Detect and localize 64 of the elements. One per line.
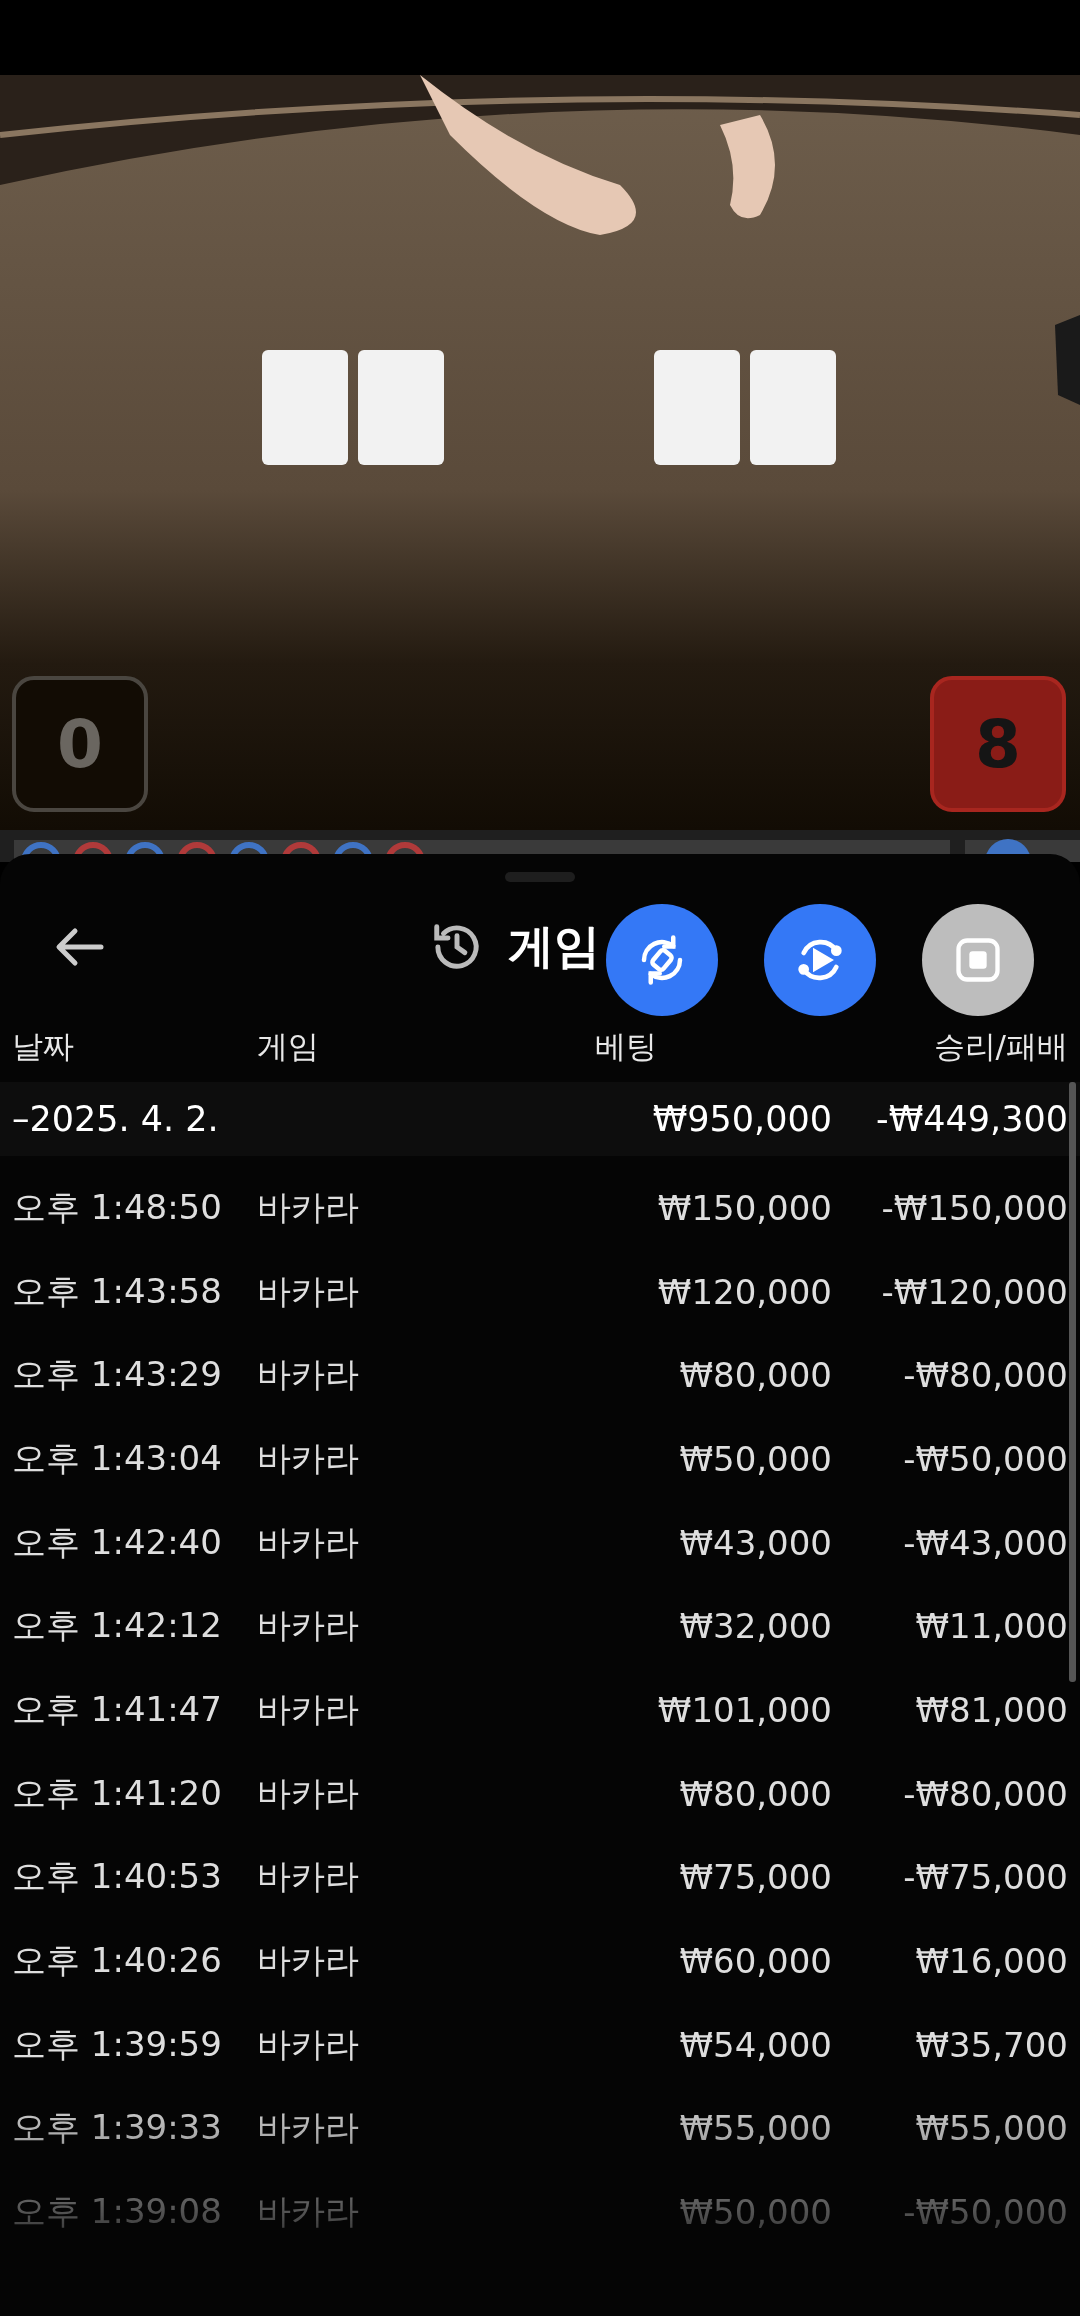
time-cell-text: 오후 1:43:04 [12, 1436, 223, 1480]
column-header[interactable]: 날짜 [12, 1026, 257, 1068]
game-cell-text: 바카라 [257, 2022, 360, 2066]
bet-cell-text: ₩50,000 [678, 2192, 832, 2233]
bet-cell-text: ₩50,000 [678, 1438, 832, 1479]
sheet-handle[interactable] [505, 872, 575, 882]
bet-cell-text: ₩43,000 [678, 1522, 832, 1563]
time-cell-text: 오후 1:41:20 [12, 1771, 223, 1815]
time-cell-text: 오후 1:42:40 [12, 1520, 223, 1564]
result-cell-text: ₩35,700 [914, 2024, 1068, 2065]
time-cell-text: 오후 1:43:58 [12, 1269, 223, 1313]
time-cell-text: 오후 1:42:12 [12, 1604, 223, 1648]
game-cell-text: 바카라 [257, 1855, 360, 1899]
bet-cell-text: ₩120,000 [656, 1271, 832, 1312]
result-cell-text: -₩80,000 [902, 1773, 1068, 1814]
column-header[interactable]: 게임 [257, 1026, 595, 1068]
time-cell-text: 오후 1:41:47 [12, 1687, 223, 1731]
bet-cell-text: ₩80,000 [678, 1355, 832, 1396]
result-cell-text: -₩80,000 [902, 1355, 1068, 1396]
player-score: 0 [12, 676, 148, 812]
game-cell-text: 바카라 [257, 1687, 360, 1731]
result-cell-text: -₩75,000 [902, 1857, 1068, 1898]
bet-cell-text: ₩54,000 [678, 2024, 832, 2065]
bet-cell-text: ₩32,000 [678, 1606, 832, 1647]
bet-cell-text: ₩80,000 [678, 1773, 832, 1814]
bet-cell-text: ₩101,000 [656, 1689, 832, 1730]
scrollbar[interactable] [1069, 1082, 1076, 1682]
result-cell-text: -₩120,000 [880, 1271, 1068, 1312]
result-cell-text: -₩50,000 [902, 2192, 1068, 2233]
time-cell-text: 오후 1:40:26 [12, 1939, 223, 1983]
game-cell-text: 바카라 [257, 2106, 360, 2150]
time-cell-text: 오후 1:39:33 [12, 2106, 223, 2150]
game-cell-text: 바카라 [257, 1604, 360, 1648]
game-cell-text: 바카라 [257, 1353, 360, 1397]
game-cell-text: 바카라 [257, 1436, 360, 1480]
time-cell-text: 오후 1:43:29 [12, 1353, 223, 1397]
game-cell-text: 바카라 [257, 2190, 360, 2234]
game-cell-text: 바카라 [257, 1269, 360, 1313]
result-cell-text: ₩16,000 [914, 1941, 1068, 1982]
bet-cell-text: ₩150,000 [656, 1187, 832, 1228]
game-cell-text: 바카라 [257, 1185, 360, 1229]
total-bet: ₩950,000 [651, 1099, 832, 1139]
total-result: -₩449,300 [875, 1099, 1068, 1139]
time-cell-text: 오후 1:39:59 [12, 2022, 223, 2066]
result-cell-text: -₩43,000 [902, 1522, 1068, 1563]
date-group-label[interactable]: –2025. 4. 2. [12, 1099, 257, 1139]
column-header[interactable]: 베팅 [595, 1026, 934, 1068]
banker-score: 8 [930, 676, 1066, 812]
result-cell-text: -₩50,000 [902, 1438, 1068, 1479]
time-cell-text: 오후 1:48:50 [12, 1185, 223, 1229]
bet-cell-text: ₩55,000 [678, 2108, 832, 2149]
bet-cell-text: ₩75,000 [678, 1857, 832, 1898]
result-cell-text: -₩150,000 [880, 1187, 1068, 1228]
time-cell-text: 오후 1:40:53 [12, 1855, 223, 1899]
time-cell-text: 오후 1:39:08 [12, 2190, 223, 2234]
game-cell-text: 바카라 [257, 1771, 360, 1815]
result-cell-text: ₩11,000 [914, 1606, 1068, 1647]
sheet-title: 게임 [508, 918, 600, 975]
bet-cell-text: ₩60,000 [678, 1941, 832, 1982]
result-cell-text: ₩81,000 [914, 1689, 1068, 1730]
result-cell-text: ₩55,000 [914, 2108, 1068, 2149]
column-header[interactable]: 승리/패배 [933, 1026, 1068, 1068]
game-cell-text: 바카라 [257, 1939, 360, 1983]
game-cell-text: 바카라 [257, 1520, 360, 1564]
